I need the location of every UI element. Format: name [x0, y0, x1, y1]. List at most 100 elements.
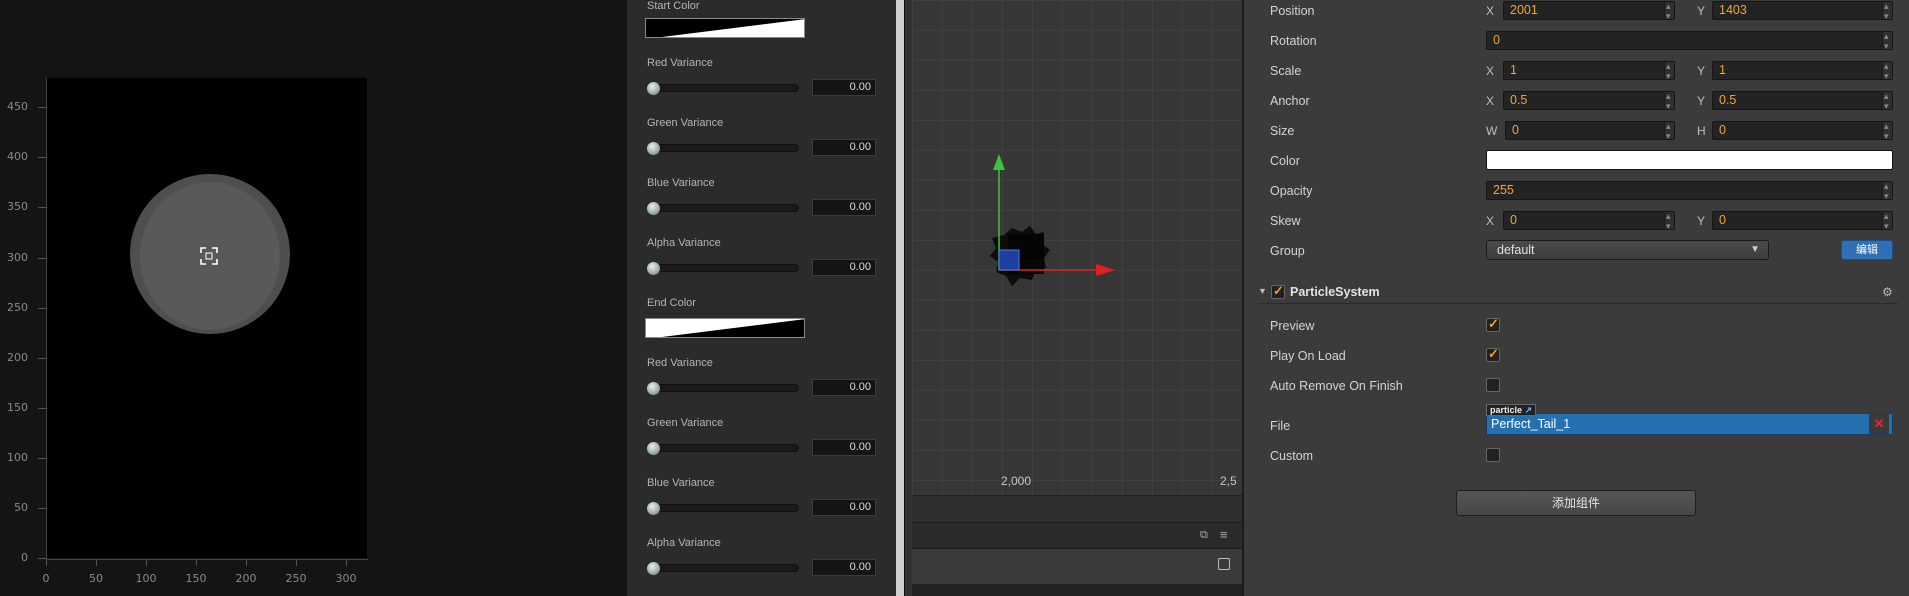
x-tick: 50 — [89, 572, 103, 585]
variance-label: Red Variance — [647, 57, 713, 69]
anchor-x-letter: X — [1486, 94, 1495, 108]
edit-group-button[interactable]: 编辑 — [1841, 240, 1893, 260]
group-label: Group — [1270, 244, 1305, 258]
x-tick: 100 — [135, 572, 157, 585]
variance-slider-knob[interactable] — [647, 442, 660, 455]
rotation-label: Rotation — [1270, 34, 1317, 48]
particle-system-header[interactable]: ▼ ParticleSystem ⚙ — [1258, 282, 1898, 304]
variance-slider-track[interactable] — [649, 144, 799, 152]
skew-x-field[interactable]: 0 — [1503, 208, 1675, 235]
variance-label: Green Variance — [647, 417, 724, 429]
rotation-field[interactable]: 0 — [1486, 28, 1893, 55]
clear-icon[interactable]: ✕ — [1869, 414, 1889, 434]
opacity-label: Opacity — [1270, 184, 1313, 198]
x-tick: 250 — [285, 572, 307, 585]
panel-divider[interactable] — [896, 0, 904, 596]
position-x-letter: X — [1486, 4, 1495, 18]
variance-slider-knob[interactable] — [647, 382, 660, 395]
collapse-icon[interactable] — [1218, 558, 1230, 570]
variance-value-field[interactable]: 0.00 — [812, 439, 876, 456]
scale-x-field[interactable]: 1 — [1503, 58, 1675, 85]
position-x-field[interactable]: 2001 — [1503, 0, 1675, 25]
focus-target-icon[interactable] — [200, 247, 218, 265]
color-swatch[interactable] — [1486, 150, 1893, 170]
variance-label: Green Variance — [647, 117, 724, 129]
auto-remove-checkbox[interactable] — [1486, 378, 1500, 392]
variance-slider-knob[interactable] — [647, 202, 660, 215]
y-tick: 350 — [7, 200, 28, 213]
group-select[interactable]: default ▼ — [1486, 240, 1769, 260]
y-tick: 400 — [7, 150, 28, 163]
start-color-label: Start Color — [647, 0, 700, 12]
opacity-field[interactable]: 255 — [1486, 178, 1893, 205]
popout-icon[interactable]: ⧉ — [1200, 529, 1208, 542]
scale-y-letter: Y — [1697, 64, 1706, 78]
x-tick: 200 — [235, 572, 257, 585]
search-bar — [912, 548, 1242, 584]
y-tick: 50 — [14, 501, 28, 514]
component-title: ParticleSystem — [1290, 285, 1380, 299]
transform-gizmo[interactable] — [912, 140, 1242, 340]
play-on-load-checkbox[interactable] — [1486, 346, 1500, 362]
x-tick: 300 — [335, 572, 357, 585]
variance-slider-track[interactable] — [649, 84, 799, 92]
y-tick: 100 — [7, 451, 28, 464]
variance-slider-track[interactable] — [649, 504, 799, 512]
variance-value-field[interactable]: 0.00 — [812, 499, 876, 516]
custom-label: Custom — [1270, 449, 1314, 463]
variance-slider-track[interactable] — [649, 444, 799, 452]
dropdown-arrow-icon: ▼ — [1750, 244, 1760, 255]
panel-header-bar: ⧉ ≡ — [912, 522, 1242, 548]
variance-value-field[interactable]: 0.00 — [812, 139, 876, 156]
ruler-label: 2,000 — [1001, 474, 1032, 488]
variance-label: Blue Variance — [647, 177, 715, 189]
ruler-label: 2,5 — [1220, 474, 1237, 488]
size-w-field[interactable]: 0 — [1505, 118, 1675, 145]
variance-value-field[interactable]: 0.00 — [812, 259, 876, 276]
variance-slider-knob[interactable] — [647, 562, 660, 575]
auto-remove-label: Auto Remove On Finish — [1270, 379, 1403, 393]
variance-slider-knob[interactable] — [647, 502, 660, 515]
particle-properties-panel: Start Color Red Variance 0.00 Green Vari… — [626, 0, 896, 596]
panel-footer — [912, 584, 1242, 596]
gear-icon[interactable]: ⚙ — [1882, 285, 1893, 299]
variance-value-field[interactable]: 0.00 — [812, 199, 876, 216]
x-tick: 0 — [42, 572, 50, 585]
skew-y-field[interactable]: 0 — [1712, 208, 1893, 235]
variance-slider-track[interactable] — [649, 204, 799, 212]
variance-slider-knob[interactable] — [647, 82, 660, 95]
custom-checkbox[interactable] — [1486, 448, 1500, 462]
variance-value-field[interactable]: 0.00 — [812, 79, 876, 96]
variance-slider-track[interactable] — [649, 384, 799, 392]
scale-x-letter: X — [1486, 64, 1495, 78]
file-asset-field[interactable]: Perfect_Tail_1 ✕ — [1486, 413, 1893, 435]
variance-slider-track[interactable] — [649, 564, 799, 572]
anchor-x-field[interactable]: 0.5 — [1503, 88, 1675, 115]
anchor-label: Anchor — [1270, 94, 1310, 108]
start-color-gradient[interactable] — [645, 18, 805, 38]
add-component-button[interactable]: 添加组件 — [1456, 490, 1696, 516]
color-label: Color — [1270, 154, 1300, 168]
component-enabled-checkbox[interactable] — [1271, 283, 1285, 299]
anchor-y-field[interactable]: 0.5 — [1712, 88, 1893, 115]
y-tick: 0 — [21, 551, 28, 564]
size-h-field[interactable]: 0 — [1712, 118, 1893, 145]
end-color-gradient[interactable] — [645, 318, 805, 338]
preview-label: Preview — [1270, 319, 1315, 333]
link-icon[interactable]: ↗ — [1525, 405, 1533, 415]
size-h-letter: H — [1697, 124, 1706, 138]
y-tick: 450 — [7, 100, 28, 113]
variance-slider-knob[interactable] — [647, 262, 660, 275]
position-y-field[interactable]: 1403 — [1712, 0, 1893, 25]
preview-checkbox[interactable] — [1486, 316, 1500, 332]
menu-icon[interactable]: ≡ — [1220, 527, 1228, 542]
variance-slider-track[interactable] — [649, 264, 799, 272]
variance-value-field[interactable]: 0.00 — [812, 379, 876, 396]
scale-y-field[interactable]: 1 — [1712, 58, 1893, 85]
collapse-triangle-icon[interactable]: ▼ — [1258, 286, 1267, 296]
variance-slider-knob[interactable] — [647, 142, 660, 155]
x-tick: 150 — [185, 572, 207, 585]
variance-value-field[interactable]: 0.00 — [812, 559, 876, 576]
scene-scrollbar[interactable] — [912, 495, 1242, 522]
preview-x-axis — [46, 559, 368, 560]
